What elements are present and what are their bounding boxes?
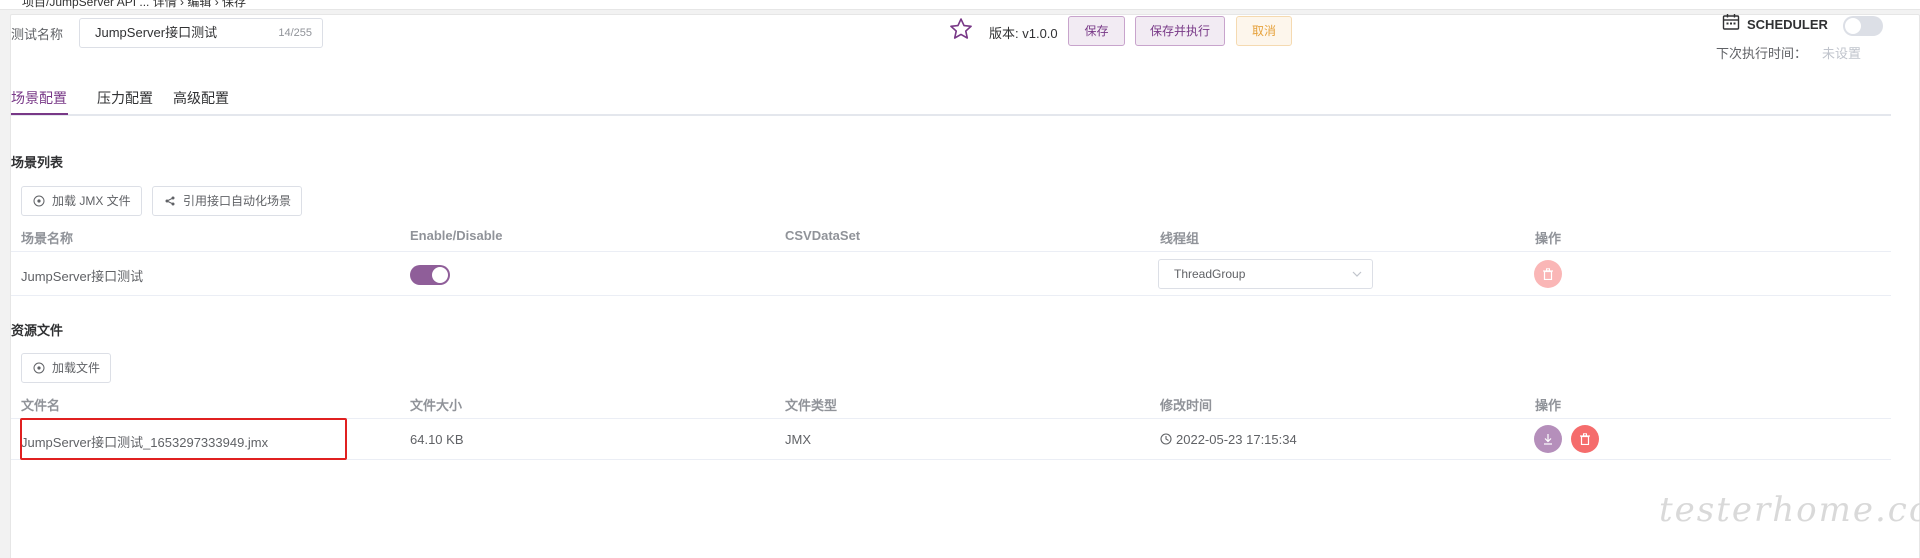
scheduler-toggle[interactable] (1843, 16, 1883, 36)
test-name-input[interactable]: JumpServer接口测试 14/255 (79, 18, 323, 48)
next-run-value: 未设置 (1822, 46, 1862, 61)
tab-scenario-config[interactable]: 场景配置 (11, 88, 67, 108)
file-type: JMX (785, 432, 811, 447)
col-file-name: 文件名 (21, 398, 61, 413)
scheduler-label: SCHEDULER (1747, 17, 1828, 32)
breadcrumb: 项目/JumpServer API ... 详情 › 编辑 › 保存 (22, 0, 247, 9)
load-file-label: 加载文件 (52, 361, 101, 375)
toggle-knob (1845, 18, 1861, 34)
share-icon (165, 196, 175, 206)
file-modified-value: 2022-05-23 17:15:34 (1176, 432, 1297, 447)
top-breadcrumb-bar: 项目/JumpServer API ... 详情 › 编辑 › 保存 (0, 0, 1920, 10)
col-enable: Enable/Disable (410, 228, 503, 243)
col-file-type: 文件类型 (785, 398, 838, 413)
calendar-icon (1722, 14, 1740, 30)
col-scenario-name: 场景名称 (21, 231, 74, 246)
tab-pressure-config[interactable]: 压力配置 (97, 88, 153, 108)
col-actions: 操作 (1535, 231, 1562, 246)
enable-switch[interactable] (410, 265, 450, 285)
test-name-value: JumpServer接口测试 (95, 25, 218, 40)
trash-icon (1580, 433, 1590, 445)
download-file-button[interactable] (1534, 425, 1562, 453)
chevron-down-icon (1352, 271, 1362, 277)
save-button[interactable]: 保存 (1068, 16, 1125, 46)
next-run-label: 下次执行时间： (1716, 46, 1808, 61)
trash-icon (1543, 268, 1553, 280)
load-jmx-label: 加载 JMX 文件 (52, 194, 131, 208)
clock-icon (1160, 433, 1172, 445)
star-icon[interactable] (948, 16, 974, 42)
reference-api-scenario-button[interactable]: 引用接口自动化场景 (152, 186, 303, 216)
table-row: JumpServer接口测试 ThreadGroup (11, 252, 1891, 296)
col-thread-group: 线程组 (1160, 231, 1200, 246)
highlight-annotation-box (20, 418, 347, 460)
file-modified: 2022-05-23 17:15:34 (1160, 432, 1297, 447)
thread-group-value: ThreadGroup (1174, 267, 1246, 281)
resource-files-title: 资源文件 (11, 323, 64, 338)
plus-circle-icon (33, 195, 45, 207)
file-size: 64.10 KB (410, 432, 464, 447)
file-table-header: 文件名 文件大小 文件类型 修改时间 操作 (11, 387, 1891, 419)
save-and-run-button[interactable]: 保存并执行 (1135, 16, 1225, 46)
delete-scenario-button[interactable] (1534, 260, 1562, 288)
active-tab-indicator (11, 113, 68, 115)
test-name-label: 测试名称 (11, 27, 64, 42)
scenario-list-title: 场景列表 (11, 155, 64, 170)
tab-advanced-config[interactable]: 高级配置 (173, 88, 229, 108)
col-file-size: 文件大小 (410, 398, 463, 413)
download-icon (1544, 434, 1552, 445)
col-file-actions: 操作 (1535, 398, 1562, 413)
delete-file-button[interactable] (1571, 425, 1599, 453)
plus-circle-icon (33, 362, 45, 374)
config-tabs: 场景配置 压力配置 高级配置 (11, 82, 1891, 116)
cancel-button[interactable]: 取消 (1236, 16, 1292, 46)
thread-group-select[interactable]: ThreadGroup (1158, 259, 1373, 289)
reference-api-label: 引用接口自动化场景 (183, 194, 292, 208)
load-jmx-button[interactable]: 加载 JMX 文件 (21, 186, 142, 216)
switch-knob (432, 267, 448, 283)
scenario-name: JumpServer接口测试 (21, 269, 144, 284)
col-csv: CSVDataSet (785, 228, 861, 243)
col-modified-time: 修改时间 (1160, 398, 1213, 413)
load-file-button[interactable]: 加载文件 (21, 353, 112, 383)
watermark: testerhome.com (1659, 490, 1920, 530)
test-name-char-count: 14/255 (278, 27, 312, 39)
version-label: 版本: v1.0.0 (989, 26, 1058, 41)
scenario-table-header: 场景名称 Enable/Disable CSVDataSet 线程组 操作 (11, 220, 1891, 252)
